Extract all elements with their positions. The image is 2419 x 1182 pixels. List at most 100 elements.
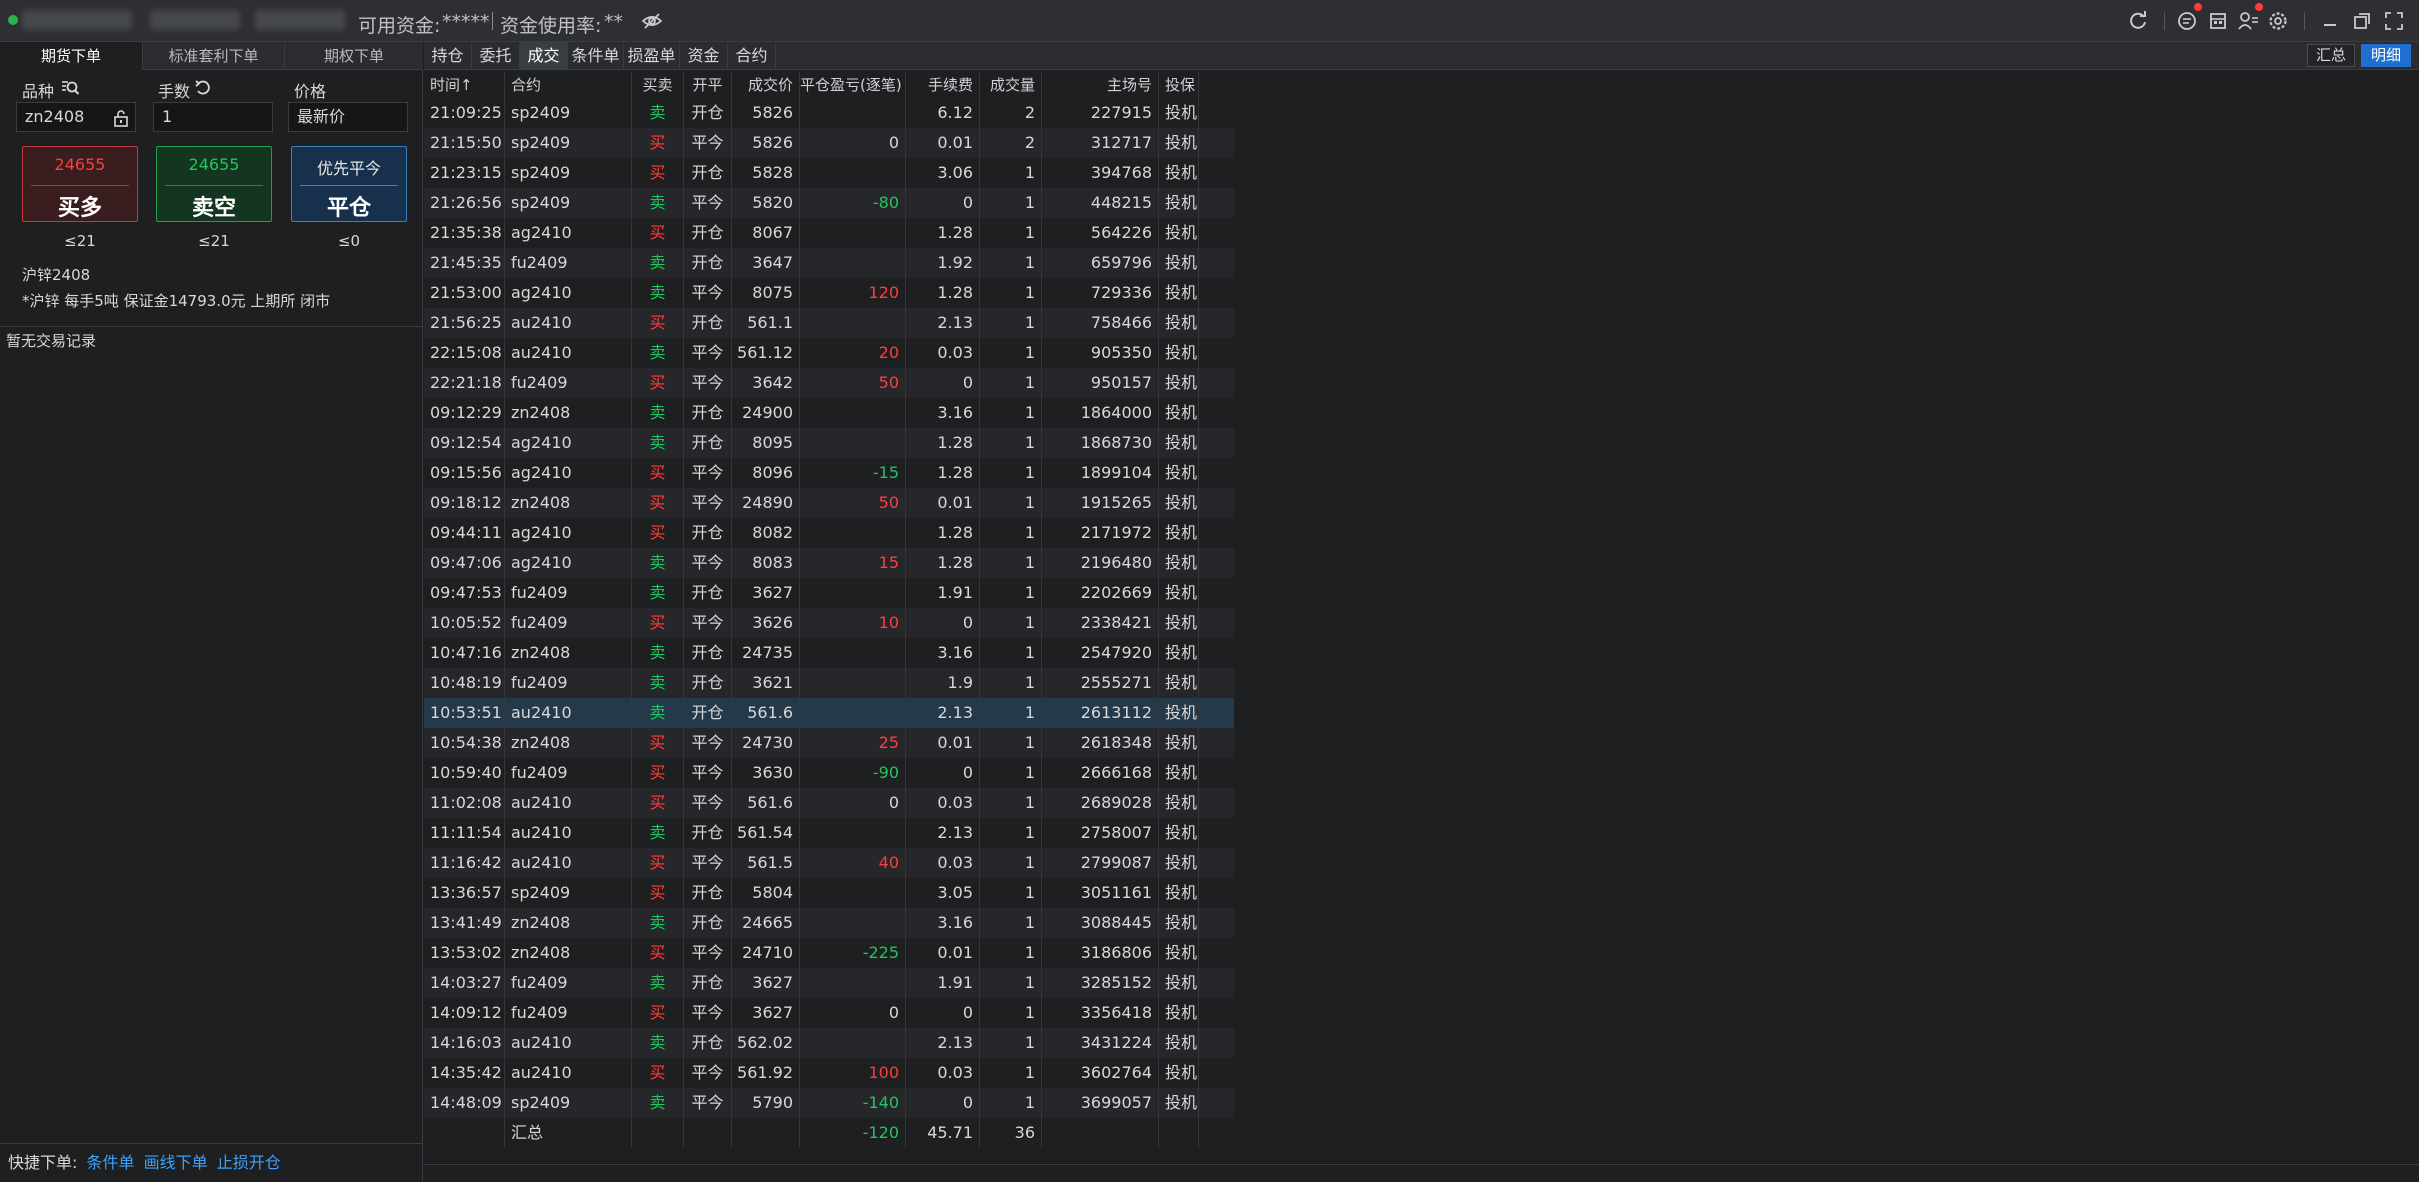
table-row[interactable]: 09:47:53 fu2409 卖开仓 3627 1.91 1 2202669 投机 xyxy=(424,578,1234,608)
search-icon[interactable] xyxy=(60,78,80,102)
buy-long-button[interactable]: 24655 买多 xyxy=(22,146,138,222)
cell-time: 09:12:54 xyxy=(424,428,505,458)
column-header-fee[interactable]: 手续费 xyxy=(906,72,980,98)
table-row[interactable]: 11:02:08 au2410 买平今 561.6 0 0.03 1 2689028 投机 xyxy=(424,788,1234,818)
tab-contracts[interactable]: 合约 xyxy=(728,42,776,70)
table-row[interactable]: 11:16:42 au2410 买平今 561.5 40 0.03 1 2799087 投机 xyxy=(424,848,1234,878)
lock-open-icon[interactable] xyxy=(113,108,129,136)
table-row[interactable]: 21:45:35 fu2409 卖开仓 3647 1.92 1 659796 投机 xyxy=(424,248,1234,278)
column-header-hedge[interactable]: 投保 xyxy=(1159,72,1199,98)
restore-window-icon[interactable] xyxy=(2350,9,2374,33)
column-header-contract[interactable]: 合约 xyxy=(505,72,632,98)
tab-conditional[interactable]: 条件单 xyxy=(568,42,624,70)
price-select[interactable]: 最新价 xyxy=(288,102,408,132)
close-position-button[interactable]: 优先平今 平仓 xyxy=(291,146,407,222)
calendar-icon[interactable] xyxy=(2206,9,2230,33)
cell-pnl xyxy=(800,818,906,848)
cell-price: 5826 xyxy=(732,128,800,158)
column-header-price[interactable]: 成交价 xyxy=(732,72,800,98)
cell-hedge: 投机 xyxy=(1159,338,1199,368)
table-row[interactable]: 14:03:27 fu2409 卖开仓 3627 1.91 1 3285152 投机 xyxy=(424,968,1234,998)
table-row[interactable]: 21:26:56 sp2409 卖平今 5820 -80 0 1 448215 投机 xyxy=(424,188,1234,218)
minimize-icon[interactable] xyxy=(2318,9,2342,33)
column-header-side[interactable]: 买卖 xyxy=(632,72,684,98)
column-header-open-close[interactable]: 开平 xyxy=(684,72,732,98)
column-header-pnl[interactable]: 平仓盈亏(逐笔) xyxy=(800,72,906,98)
table-row[interactable]: 09:44:11 ag2410 买开仓 8082 1.28 1 2171972 投机 xyxy=(424,518,1234,548)
table-row[interactable]: 14:09:12 fu2409 买平今 3627 0 0 1 3356418 投机 xyxy=(424,998,1234,1028)
cell-pnl: 20 xyxy=(800,338,906,368)
tab-funds[interactable]: 资金 xyxy=(680,42,728,70)
close-mode: 优先平今 xyxy=(316,159,381,178)
table-row[interactable]: 21:53:00 ag2410 卖平今 8075 120 1.28 1 729336 投机 xyxy=(424,278,1234,308)
table-row[interactable]: 10:54:38 zn2408 买平今 24730 25 0.01 1 2618348 投机 xyxy=(424,728,1234,758)
table-row[interactable]: 09:47:06 ag2410 卖平今 8083 15 1.28 1 2196480 投机 xyxy=(424,548,1234,578)
contract-info: *沪锌 每手5吨 保证金14793.0元 上期所 闭市 xyxy=(22,292,331,310)
cell-volume: 2 xyxy=(980,98,1042,128)
table-row[interactable]: 10:05:52 fu2409 买平今 3626 10 0 1 2338421 投机 xyxy=(424,608,1234,638)
refresh-icon[interactable] xyxy=(2126,9,2150,33)
table-row[interactable]: 09:12:29 zn2408 卖开仓 24900 3.16 1 1864000 投机 xyxy=(424,398,1234,428)
tab-positions[interactable]: 持仓 xyxy=(424,42,472,70)
cell-open-close: 平今 xyxy=(684,128,732,158)
cell-trade-no: 2202669 xyxy=(1042,578,1159,608)
table-row[interactable]: 10:48:19 fu2409 卖开仓 3621 1.9 1 2555271 投机 xyxy=(424,668,1234,698)
tab-spread-order[interactable]: 标准套利下单 xyxy=(143,42,285,70)
column-header-time[interactable]: 时间↑ xyxy=(424,72,505,98)
table-row[interactable]: 14:35:42 au2410 买平今 561.92 100 0.03 1 3602764 投机 xyxy=(424,1058,1234,1088)
settings-gear-icon[interactable] xyxy=(2266,9,2290,33)
table-row[interactable]: 13:41:49 zn2408 卖开仓 24665 3.16 1 3088445 投机 xyxy=(424,908,1234,938)
message-icon[interactable] xyxy=(2175,9,2199,33)
tab-futures-order[interactable]: 期货下单 xyxy=(0,42,143,70)
table-row[interactable]: 21:56:25 au2410 买开仓 561.1 2.13 1 758466 投机 xyxy=(424,308,1234,338)
cell-pnl xyxy=(800,428,906,458)
table-row[interactable]: 14:16:03 au2410 卖开仓 562.02 2.13 1 3431224 投机 xyxy=(424,1028,1234,1058)
eye-off-icon[interactable] xyxy=(640,9,664,33)
table-row[interactable]: 22:21:18 fu2409 买平今 3642 50 0 1 950157 投机 xyxy=(424,368,1234,398)
table-row[interactable]: 13:36:57 sp2409 买开仓 5804 3.05 1 3051161 投机 xyxy=(424,878,1234,908)
instrument-input[interactable]: zn2408 xyxy=(16,102,136,132)
masked-account-text xyxy=(150,10,240,30)
column-header-volume[interactable]: 成交量 xyxy=(980,72,1042,98)
tab-options-order[interactable]: 期权下单 xyxy=(285,42,423,70)
table-row[interactable]: 10:47:16 zn2408 卖开仓 24735 3.16 1 2547920 投机 xyxy=(424,638,1234,668)
table-row[interactable]: 10:53:51 au2410 卖开仓 561.6 2.13 1 2613112 投机 xyxy=(424,698,1234,728)
lots-input[interactable]: 1 xyxy=(153,102,273,132)
table-row[interactable]: 09:12:54 ag2410 卖开仓 8095 1.28 1 1868730 投机 xyxy=(424,428,1234,458)
quick-link-draw-line[interactable]: 画线下单 xyxy=(144,1153,208,1172)
cell-price xyxy=(732,1118,800,1148)
cell-side: 卖 xyxy=(632,98,684,128)
summary-button[interactable]: 汇总 xyxy=(2307,44,2355,67)
table-row[interactable]: 09:15:56 ag2410 买平今 8096 -15 1.28 1 1899104 投机 xyxy=(424,458,1234,488)
user-list-icon[interactable] xyxy=(2236,9,2260,33)
table-row[interactable]: 10:59:40 fu2409 买平今 3630 -90 0 1 2666168 投机 xyxy=(424,758,1234,788)
sell-short-button[interactable]: 24655 卖空 xyxy=(156,146,272,222)
table-row[interactable]: 09:18:12 zn2408 买平今 24890 50 0.01 1 1915265 投机 xyxy=(424,488,1234,518)
table-row[interactable]: 22:15:08 au2410 卖平今 561.12 20 0.03 1 905350 投机 xyxy=(424,338,1234,368)
undo-icon[interactable] xyxy=(194,79,212,101)
cell-trade-no: 3051161 xyxy=(1042,878,1159,908)
column-header-trade-no[interactable]: 主场号 xyxy=(1042,72,1159,98)
tab-trades[interactable]: 成交 xyxy=(520,42,568,70)
cell-contract: 汇总 xyxy=(505,1118,632,1148)
cell-price: 24900 xyxy=(732,398,800,428)
table-row[interactable]: 13:53:02 zn2408 买平今 24710 -225 0.01 1 3186806 投机 xyxy=(424,938,1234,968)
table-row[interactable]: 21:23:15 sp2409 买开仓 5828 3.06 1 394768 投机 xyxy=(424,158,1234,188)
fullscreen-icon[interactable] xyxy=(2382,9,2406,33)
cell-volume: 36 xyxy=(980,1118,1042,1148)
tab-stop-profit[interactable]: 损盈单 xyxy=(624,42,680,70)
detail-button[interactable]: 明细 xyxy=(2361,44,2411,67)
table-row[interactable]: 14:48:09 sp2409 卖平今 5790 -140 0 1 3699057 投机 xyxy=(424,1088,1234,1118)
table-row[interactable]: 11:11:54 au2410 卖开仓 561.54 2.13 1 2758007 投机 xyxy=(424,818,1234,848)
cell-volume: 1 xyxy=(980,758,1042,788)
cell-fee: 0.01 xyxy=(906,728,980,758)
table-row[interactable]: 21:09:25 sp2409 卖开仓 5826 6.12 2 227915 投机 xyxy=(424,98,1234,128)
table-row[interactable]: 21:35:38 ag2410 买开仓 8067 1.28 1 564226 投机 xyxy=(424,218,1234,248)
cell-time: 22:21:18 xyxy=(424,368,505,398)
table-row[interactable]: 21:15:50 sp2409 买平今 5826 0 0.01 2 312717 投机 xyxy=(424,128,1234,158)
cell-volume: 1 xyxy=(980,248,1042,278)
tab-orders[interactable]: 委托 xyxy=(472,42,520,70)
quick-link-conditional[interactable]: 条件单 xyxy=(87,1153,135,1172)
quick-link-stop-open[interactable]: 止损开仓 xyxy=(217,1153,281,1172)
cell-volume: 1 xyxy=(980,968,1042,998)
